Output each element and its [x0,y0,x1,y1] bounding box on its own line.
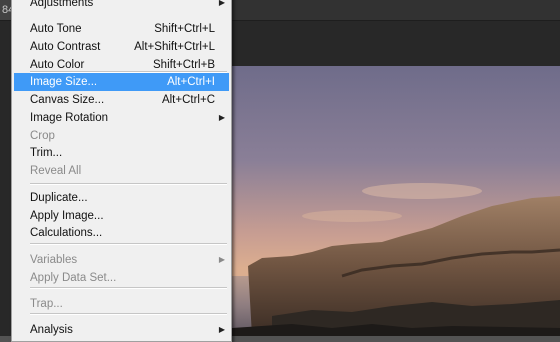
submenu-arrow-icon: ▶ [218,325,225,334]
menu-item-trim[interactable]: Trim... [14,144,229,162]
menu-item-auto-tone[interactable]: Auto Tone Shift+Ctrl+L [14,20,229,38]
menu-item-auto-contrast[interactable]: Auto Contrast Alt+Shift+Ctrl+L [14,38,229,56]
submenu-arrow-icon: ▶ [218,255,225,264]
menu-item-label: Calculations... [30,227,103,239]
document-photo[interactable] [232,66,560,336]
menu-item-trap[interactable]: Trap... [14,295,229,313]
submenu-arrow-icon: ▶ [218,0,225,7]
menu-item-duplicate[interactable]: Duplicate... [14,189,229,207]
menu-item-shortcut: Alt+Ctrl+I [167,76,215,88]
menu-item-label: Trim... [30,147,63,159]
menu-item-shortcut: Shift+Ctrl+L [154,23,215,35]
menu-item-label: Image Rotation [30,112,108,124]
menu-item-label: Reveal All [30,165,82,177]
menu-item-label: Crop [30,130,55,142]
menu-item-apply-data-set[interactable]: Apply Data Set... [14,269,229,287]
menu-item-adjustments[interactable]: Adjustments ▶ [14,0,229,12]
menu-item-label: Auto Tone [30,23,82,35]
menu-item-apply-image[interactable]: Apply Image... [14,207,229,225]
menu-item-calculations[interactable]: Calculations... [14,224,229,242]
menu-separator [30,243,227,245]
menu-item-label: Analysis [30,324,73,336]
submenu-arrow-icon: ▶ [218,113,225,122]
menu-item-label: Canvas Size... [30,94,105,106]
menu-item-image-size[interactable]: Image Size... Alt+Ctrl+I [14,73,229,91]
menu-item-shortcut: Alt+Shift+Ctrl+L [134,41,215,53]
menu-item-label: Apply Image... [30,210,104,222]
coastal-cliffs-photo [232,66,560,336]
menu-separator [30,313,227,315]
menu-item-crop[interactable]: Crop [14,127,229,145]
menu-item-label: Duplicate... [30,192,88,204]
menu-separator [30,287,227,289]
menu-item-label: Image Size... [30,76,98,88]
menu-item-label: Adjustments [30,0,94,9]
menu-separator [30,71,227,73]
menu-item-label: Auto Contrast [30,41,101,53]
menu-item-label: Trap... [30,298,63,310]
menu-separator [30,183,227,185]
menu-item-analysis[interactable]: Analysis ▶ [14,321,229,339]
menu-item-shortcut: Alt+Ctrl+C [161,94,215,106]
menu-item-variables[interactable]: Variables ▶ [14,251,229,269]
menu-item-canvas-size[interactable]: Canvas Size... Alt+Ctrl+C [14,91,229,109]
menu-item-label: Apply Data Set... [30,272,117,284]
menu-item-label: Variables [30,254,78,266]
image-menu-dropdown: Adjustments ▶ Auto Tone Shift+Ctrl+L Auto Co… [11,0,232,342]
menu-item-reveal-all[interactable]: Reveal All [14,162,229,180]
menu-item-image-rotation[interactable]: Image Rotation ▶ [14,109,229,127]
